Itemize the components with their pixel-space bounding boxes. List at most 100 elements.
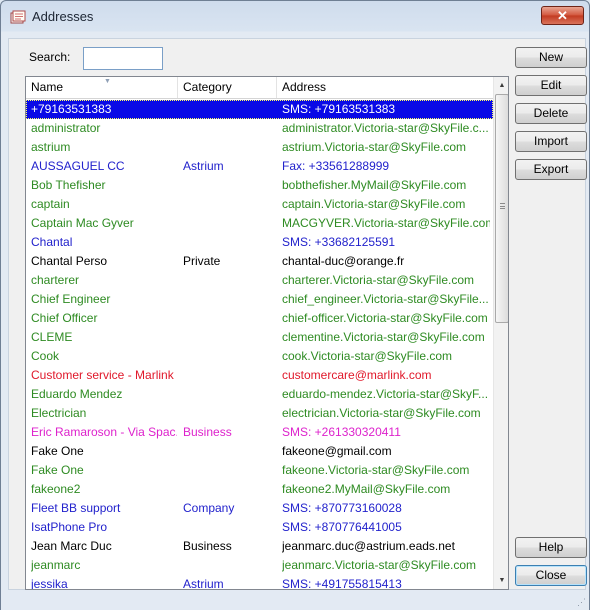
contact-address: bobthefisher.MyMail@SkyFile.com (282, 178, 467, 192)
contact-address: SMS: +870773160028 (282, 501, 402, 515)
contact-address: electrician.Victoria-star@SkyFile.com (282, 406, 481, 420)
resize-grip-icon[interactable]: ⋰ (577, 598, 586, 607)
contact-name: jessika (31, 577, 68, 590)
list-item[interactable]: AUSSAGUEL CC Astrium Fax: +33561288999 (26, 157, 493, 176)
dialog-body: Search: ▼ Name Category Address +7916353… (8, 38, 587, 590)
contact-name: CLEME (31, 330, 73, 344)
column-header-name-label: Name (31, 80, 64, 94)
grip-icon (500, 203, 505, 209)
contact-name: AUSSAGUEL CC (31, 159, 125, 173)
help-button[interactable]: Help (515, 537, 587, 558)
contact-category: Astrium (183, 577, 224, 590)
scrollbar-thumb[interactable] (495, 94, 508, 323)
list-item[interactable]: Bob Thefisher bobthefisher.MyMail@SkyFile… (26, 176, 493, 195)
contact-address: SMS: +79163531383 (282, 102, 396, 116)
edit-button[interactable]: Edit (515, 75, 587, 96)
contact-address: customercare@marlink.com (282, 368, 432, 382)
title-bar[interactable]: Addresses ✕ (1, 1, 589, 31)
contact-address: cook.Victoria-star@SkyFile.com (282, 349, 453, 363)
contact-name: jeanmarc (31, 558, 81, 572)
column-header-category[interactable]: Category (178, 77, 277, 98)
list-item[interactable]: Chantal Perso Private chantal-duc@orange.f… (26, 252, 493, 271)
contact-name: charterer (31, 273, 80, 287)
close-button[interactable]: Close (515, 565, 587, 586)
contact-address: eduardo-mendez.Victoria-star@SkyF... (282, 387, 489, 401)
contact-name: astrium (31, 140, 71, 154)
list-item[interactable]: Customer service - Marlink customercare@m… (26, 366, 493, 385)
contact-name: Chantal (31, 235, 73, 249)
column-header-category-label: Category (183, 80, 232, 94)
list-item[interactable]: administrator administrator.Victoria-star… (26, 119, 493, 138)
contact-name: captain (31, 197, 70, 211)
contact-name: Fake One (31, 463, 84, 477)
new-button[interactable]: New (515, 47, 587, 68)
contact-address: charterer.Victoria-star@SkyFile.com (282, 273, 475, 287)
search-input[interactable] (83, 47, 163, 70)
scroll-up-icon[interactable]: ▲ (494, 77, 508, 94)
list-item[interactable]: Cook cook.Victoria-star@SkyFile.com (26, 347, 493, 366)
contact-address: chief_engineer.Victoria-star@SkyFile... (282, 292, 489, 306)
window-title: Addresses (32, 9, 94, 24)
list-item[interactable]: Fake One fakeone@gmail.com (26, 442, 493, 461)
list-item[interactable]: captain captain.Victoria-star@SkyFile.com (26, 195, 493, 214)
contact-name: IsatPhone Pro (31, 520, 108, 534)
addresses-window: Addresses ✕ Search: ▼ Name Category Addr… (0, 0, 590, 610)
contact-address: chantal-duc@orange.fr (282, 254, 405, 268)
list-item[interactable]: Captain Mac Gyver MACGYVER.Victoria-star@… (26, 214, 493, 233)
addresses-icon (10, 10, 26, 24)
contact-address: jeanmarc.duc@astrium.eads.net (282, 539, 455, 553)
list-item[interactable]: Electrician electrician.Victoria-star@Sky… (26, 404, 493, 423)
close-icon[interactable]: ✕ (541, 6, 584, 25)
contact-name: Cook (31, 349, 60, 363)
list-item[interactable]: CLEME clementine.Victoria-star@SkyFile.co… (26, 328, 493, 347)
contact-name: +79163531383 (31, 102, 112, 116)
list-item[interactable]: Fake One fakeone.Victoria-star@SkyFile.co… (26, 461, 493, 480)
list-item[interactable]: Eric Ramaroson - Via Spac... Business SMS:… (26, 423, 493, 442)
column-header-name[interactable]: ▼ Name (26, 77, 178, 98)
import-button[interactable]: Import (515, 131, 587, 152)
address-list[interactable]: ▼ Name Category Address +79163531383 SMS:… (25, 76, 509, 590)
contact-address: clementine.Victoria-star@SkyFile.com (282, 330, 485, 344)
list-item[interactable]: astrium astrium.Victoria-star@SkyFile.com (26, 138, 493, 157)
contact-name: Fake One (31, 444, 84, 458)
list-item[interactable]: Chief Officer chief-officer.Victoria-star… (26, 309, 493, 328)
list-item[interactable]: IsatPhone Pro SMS: +870776441005 (26, 518, 493, 537)
contact-category: Private (183, 254, 221, 268)
contact-name: Electrician (31, 406, 87, 420)
column-header-address[interactable]: Address (277, 77, 493, 98)
contact-address: jeanmarc.Victoria-star@SkyFile.com (282, 558, 477, 572)
column-header-address-label: Address (282, 80, 327, 94)
contact-category: Astrium (183, 159, 224, 173)
contact-address: SMS: +261330320411 (282, 425, 401, 439)
list-rows: +79163531383 SMS: +79163531383 administrat… (26, 100, 493, 590)
list-item[interactable]: charterer charterer.Victoria-star@SkyFile… (26, 271, 493, 290)
list-item[interactable]: fakeone2 fakeone2.MyMail@SkyFile.com (26, 480, 493, 499)
scroll-down-icon[interactable]: ▼ (494, 572, 508, 589)
list-item[interactable]: jeanmarc jeanmarc.Victoria-star@SkyFile.c… (26, 556, 493, 575)
list-item[interactable]: Chief Engineer chief_engineer.Victoria-st… (26, 290, 493, 309)
contact-category: Company (183, 501, 235, 515)
status-bar: ⋰ (1, 590, 589, 610)
export-button[interactable]: Export (515, 159, 587, 180)
contact-address: SMS: +33682125591 (282, 235, 396, 249)
search-label: Search: (29, 50, 71, 64)
list-item[interactable]: Jean Marc Duc Business jeanmarc.duc@astriu… (26, 537, 493, 556)
list-item[interactable]: Chantal SMS: +33682125591 (26, 233, 493, 252)
contact-address: fakeone2.MyMail@SkyFile.com (282, 482, 451, 496)
contact-address: astrium.Victoria-star@SkyFile.com (282, 140, 466, 154)
list-item[interactable]: +79163531383 SMS: +79163531383 (26, 100, 493, 119)
contact-address: administrator.Victoria-star@SkyFile.c... (282, 121, 489, 135)
contact-category: Business (183, 539, 232, 553)
contact-name: Captain Mac Gyver (31, 216, 134, 230)
list-item[interactable]: Eduardo Mendez eduardo-mendez.Victoria-st… (26, 385, 493, 404)
contact-address: Fax: +33561288999 (282, 159, 390, 173)
contact-name: administrator (31, 121, 101, 135)
list-item[interactable]: jessika Astrium SMS: +491755815413 (26, 575, 493, 590)
contact-address: chief-officer.Victoria-star@SkyFile.com (282, 311, 488, 325)
contact-name: Chief Engineer (31, 292, 111, 306)
list-item[interactable]: Fleet BB support Company SMS: +87077316002… (26, 499, 493, 518)
delete-button[interactable]: Delete (515, 103, 587, 124)
contact-name: Bob Thefisher (31, 178, 106, 192)
contact-address: MACGYVER.Victoria-star@SkyFile.com (282, 216, 490, 230)
vertical-scrollbar[interactable]: ▲ ▼ (493, 77, 508, 589)
